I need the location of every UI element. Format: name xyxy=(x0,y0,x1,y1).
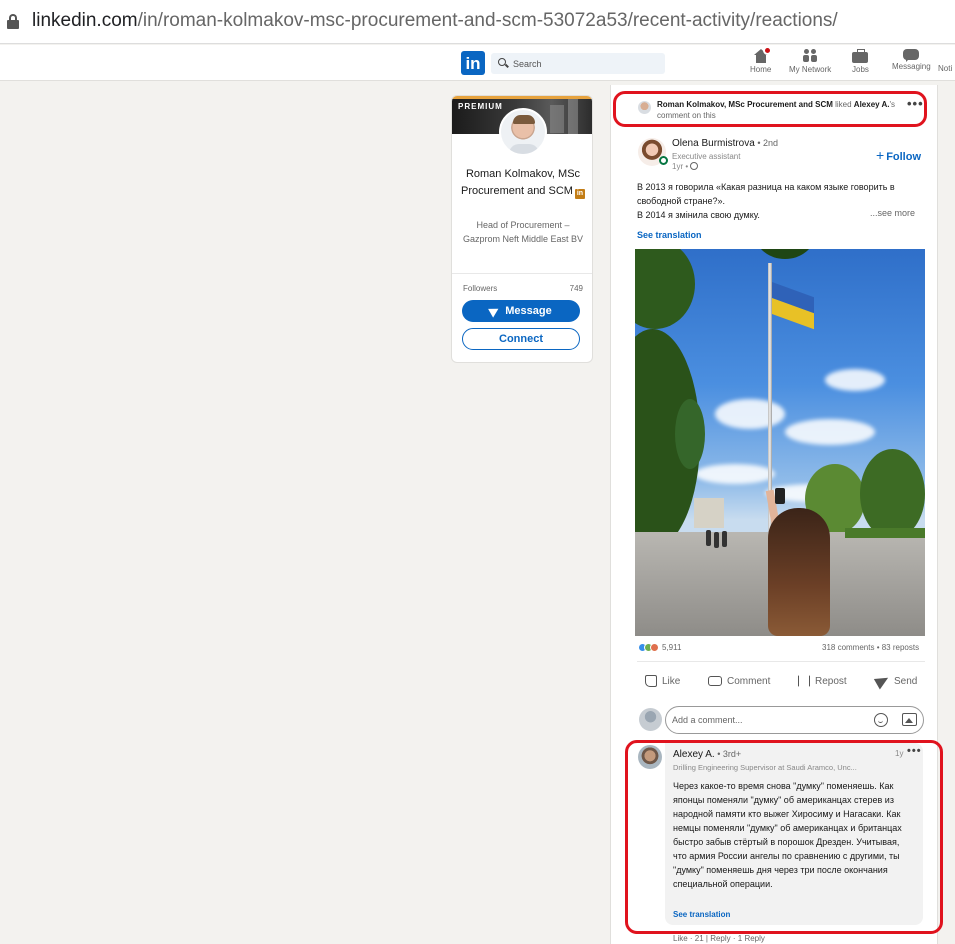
search-box[interactable] xyxy=(491,53,665,74)
search-icon xyxy=(498,58,506,66)
reactions-count[interactable]: 5,911 xyxy=(662,643,681,652)
emoji-icon[interactable] xyxy=(874,713,888,727)
repost-icon xyxy=(798,675,810,687)
love-reaction-icon xyxy=(650,643,659,652)
divider xyxy=(452,273,592,274)
image-person xyxy=(714,532,719,548)
image-upload-icon[interactable] xyxy=(902,713,917,726)
thumbs-up-icon xyxy=(645,675,657,687)
messaging-icon xyxy=(903,49,920,62)
send-icon xyxy=(873,672,892,690)
my-avatar xyxy=(639,708,662,731)
comment-actions[interactable]: Like · 21 | Reply · 1 Reply xyxy=(673,934,765,943)
comment-input[interactable] xyxy=(672,712,862,728)
follow-button[interactable]: + Follow xyxy=(876,147,921,163)
nav-notifications[interactable]: Noti xyxy=(938,64,952,73)
highlight-annotation xyxy=(625,740,943,934)
url-text[interactable]: linkedin.com/in/roman-kolmakov-msc-procu… xyxy=(32,10,838,32)
profile-headline: Head of Procurement – Gazprom Neft Middl… xyxy=(462,220,584,244)
online-status-icon xyxy=(659,156,668,165)
message-button[interactable]: Message xyxy=(462,300,580,322)
send-icon xyxy=(488,304,502,318)
highlight-annotation xyxy=(613,91,927,127)
linkedin-logo[interactable]: in xyxy=(461,51,485,75)
premium-badge: PREMIUM xyxy=(458,102,503,111)
image-phone xyxy=(775,488,785,504)
see-translation-link[interactable]: See translation xyxy=(637,230,702,240)
lock-icon xyxy=(7,14,19,30)
image-person xyxy=(722,531,727,547)
send-button[interactable]: Send xyxy=(873,670,917,692)
comment-button[interactable]: Comment xyxy=(708,670,770,692)
image-grass xyxy=(845,528,925,538)
author-title: Executive assistant xyxy=(672,152,741,161)
network-icon xyxy=(802,49,818,63)
divider xyxy=(637,661,925,662)
see-more-link[interactable]: ...see more xyxy=(870,208,915,218)
comments-reposts-count[interactable]: 318 comments • 83 reposts xyxy=(822,643,919,652)
nav-my-network[interactable]: My Network xyxy=(789,49,831,74)
post-time: 1yr • xyxy=(672,162,699,171)
nav-jobs[interactable]: Jobs xyxy=(852,49,869,74)
notification-dot xyxy=(762,46,772,55)
comment-box[interactable] xyxy=(665,706,924,734)
like-button[interactable]: Like xyxy=(645,670,680,692)
repost-button[interactable]: Repost xyxy=(798,670,847,692)
profile-avatar[interactable] xyxy=(499,108,547,156)
image-building xyxy=(694,498,724,528)
image-woman xyxy=(768,508,830,636)
connect-button[interactable]: Connect xyxy=(462,328,580,350)
author-name[interactable]: Olena Burmistrova • 2nd xyxy=(672,138,778,149)
linkedin-premium-icon: in xyxy=(574,189,585,199)
home-icon xyxy=(753,46,772,63)
jobs-icon xyxy=(852,49,869,63)
search-input[interactable] xyxy=(513,55,653,72)
followers-row: Followers 749 xyxy=(463,284,583,293)
profile-name[interactable]: Roman Kolmakov, MSc Procurement and SCM i… xyxy=(460,166,586,200)
image-person xyxy=(706,530,711,546)
profile-card: PREMIUM Roman Kolmakov, MSc Procurement … xyxy=(451,95,593,363)
nav-home[interactable]: Home xyxy=(750,46,772,74)
plus-icon: + xyxy=(876,147,885,163)
linkedin-nav: in Home My Network Jobs Messaging Noti xyxy=(0,45,955,81)
browser-address-bar[interactable]: linkedin.com/in/roman-kolmakov-msc-procu… xyxy=(0,0,955,44)
globe-icon xyxy=(690,162,699,170)
comment-icon xyxy=(708,676,722,686)
nav-messaging[interactable]: Messaging xyxy=(892,49,931,71)
